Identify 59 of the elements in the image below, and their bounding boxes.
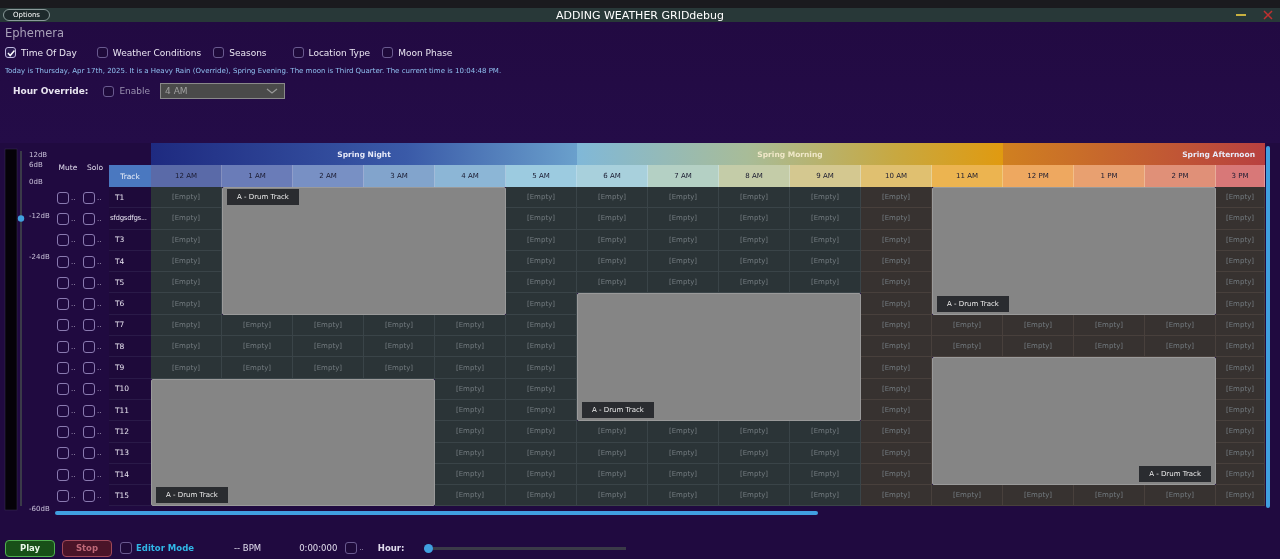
solo-checkbox[interactable] (83, 404, 95, 417)
mute-checkbox[interactable] (57, 234, 69, 247)
solo-checkbox[interactable] (83, 340, 95, 353)
panel-title: Ephemera (5, 26, 65, 40)
solo-checkbox[interactable] (83, 425, 95, 438)
solo-checkbox[interactable] (83, 362, 95, 374)
checkbox-label: Location Type (308, 47, 371, 58)
solo-checkbox[interactable] (83, 298, 95, 311)
solo-checkbox[interactable] (83, 255, 95, 268)
mute-checkbox[interactable] (57, 276, 69, 289)
mute-checkbox[interactable] (57, 212, 69, 225)
checkbox[interactable] (96, 47, 108, 58)
checkbox[interactable] (292, 47, 304, 58)
checkbox-label: Enable (119, 86, 151, 96)
hour-label: Hour: (377, 543, 405, 553)
mute-checkbox[interactable] (57, 404, 69, 417)
time-readout: 0:00:000 (299, 543, 338, 553)
solo-checkbox[interactable] (83, 447, 95, 460)
checkbox[interactable] (213, 47, 225, 58)
mute-checkbox[interactable] (57, 319, 69, 332)
checkbox[interactable] (382, 47, 394, 58)
stop-button[interactable]: Stop (62, 539, 112, 557)
checkbox[interactable] (120, 542, 132, 554)
volume-slider-thumb[interactable] (17, 215, 25, 222)
mute-checkbox[interactable] (57, 298, 69, 311)
mute-checkbox[interactable] (57, 191, 69, 204)
solo-checkbox[interactable] (83, 212, 95, 225)
solo-checkbox[interactable] (83, 468, 95, 481)
solo-checkbox[interactable] (83, 383, 95, 396)
mute-checkbox[interactable] (57, 340, 69, 353)
hour-dropdown[interactable]: 4 AM (160, 83, 286, 99)
hour-override-label: Hour Override: (13, 86, 89, 96)
checkbox[interactable] (345, 542, 358, 554)
checkbox-label: Weather Conditions (112, 47, 202, 58)
checkbox[interactable] (5, 47, 16, 58)
checkbox-label: Moon Phase (398, 47, 453, 58)
mute-checkbox[interactable] (57, 362, 69, 374)
checkbox[interactable] (103, 85, 115, 97)
checkbox-label: Time Of Day (21, 47, 77, 58)
editor-mode-label: Editor Mode (136, 543, 194, 553)
mute-checkbox[interactable] (57, 255, 69, 268)
mute-checkbox[interactable] (57, 489, 69, 502)
solo-checkbox[interactable] (83, 276, 95, 289)
mute-checkbox[interactable] (57, 447, 69, 460)
solo-checkbox[interactable] (83, 319, 95, 332)
window-title: ADDING WEATHER GRIDdebug (555, 8, 725, 22)
solo-checkbox[interactable] (83, 234, 95, 247)
solo-checkbox[interactable] (83, 191, 95, 204)
checkbox-label: Seasons (229, 47, 267, 58)
solo-checkbox[interactable] (83, 489, 95, 502)
hour-slider-thumb[interactable] (424, 543, 434, 553)
play-button[interactable]: Play (5, 539, 55, 557)
vertical-scrollbar[interactable] (1266, 146, 1270, 508)
mute-checkbox[interactable] (57, 383, 69, 396)
horizontal-scrollbar[interactable] (55, 511, 818, 516)
bpm-readout: -- BPM (234, 543, 262, 553)
chevron-down-icon (266, 87, 279, 95)
mute-checkbox[interactable] (57, 425, 69, 438)
mute-checkbox[interactable] (57, 468, 69, 481)
